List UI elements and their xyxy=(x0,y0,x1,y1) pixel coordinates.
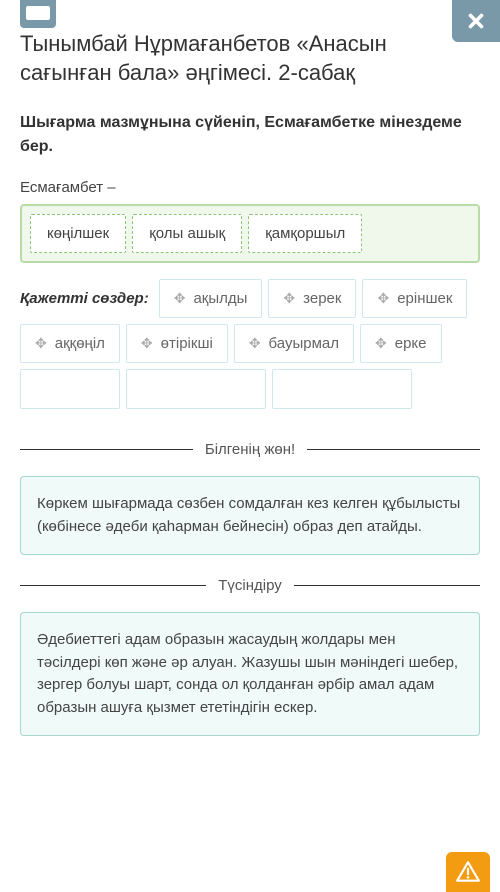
divider-line xyxy=(307,449,480,450)
word-chip[interactable]: ✥ өтірікші xyxy=(126,324,228,363)
word-text: ерке xyxy=(395,335,427,352)
word-chip[interactable]: ✥ ақылды xyxy=(159,279,263,318)
drag-icon: ✥ xyxy=(283,290,295,307)
warning-icon xyxy=(455,859,481,885)
subject-label: Есмағамбет – xyxy=(20,179,480,196)
empty-slot[interactable] xyxy=(20,369,120,409)
word-text: аққөңіл xyxy=(55,335,105,352)
words-label: Қажетті сөздер: xyxy=(20,290,149,307)
answer-chip[interactable]: қолы ашық xyxy=(132,214,242,253)
divider-label: Білгенің жөн! xyxy=(205,439,295,460)
clipboard-icon xyxy=(20,0,56,28)
instruction-text: Шығарма мазмұнына сүйеніп, Есмағамбетке … xyxy=(20,111,480,159)
word-text: бауырмал xyxy=(269,335,339,352)
info-box-explanation: Әдебиеттегі адам образын жасаудың жолдар… xyxy=(20,612,480,736)
drag-icon: ✥ xyxy=(249,335,261,352)
word-chip[interactable]: ✥ бауырмал xyxy=(234,324,354,363)
word-chip[interactable]: ✥ ерке xyxy=(360,324,442,363)
info-box-definition: Көркем шығармада сөзбен сомдалған кез ке… xyxy=(20,476,480,555)
divider-line xyxy=(20,449,193,450)
drag-icon: ✥ xyxy=(377,290,389,307)
lesson-title: Тынымбай Нұрмағанбетов «Анасын сағынған … xyxy=(20,30,480,87)
close-icon xyxy=(465,10,487,32)
divider-line xyxy=(20,585,206,586)
close-button[interactable] xyxy=(452,0,500,42)
divider-line xyxy=(294,585,480,586)
divider-explanation: Түсіндіру xyxy=(20,575,480,596)
answer-chip[interactable]: көңілшек xyxy=(30,214,126,253)
empty-slot[interactable] xyxy=(272,369,412,409)
divider-good-to-know: Білгенің жөн! xyxy=(20,439,480,460)
answer-chip[interactable]: қамқоршыл xyxy=(248,214,362,253)
divider-label: Түсіндіру xyxy=(218,575,282,596)
drag-icon: ✥ xyxy=(174,290,186,307)
word-text: өтірікші xyxy=(161,335,213,352)
word-text: ақылды xyxy=(193,290,247,307)
word-chip[interactable]: ✥ аққөңіл xyxy=(20,324,120,363)
word-chip[interactable]: ✥ еріншек xyxy=(362,279,467,318)
word-chip[interactable]: ✥ зерек xyxy=(268,279,356,318)
drag-icon: ✥ xyxy=(35,335,47,352)
answer-dropzone[interactable]: көңілшек қолы ашық қамқоршыл xyxy=(20,204,480,263)
empty-slot[interactable] xyxy=(126,369,266,409)
warning-button[interactable] xyxy=(446,852,490,892)
drag-icon: ✥ xyxy=(141,335,153,352)
word-text: еріншек xyxy=(397,290,452,307)
word-text: зерек xyxy=(303,290,341,307)
words-pool: Қажетті сөздер: ✥ ақылды ✥ зерек ✥ ерінш… xyxy=(20,279,480,409)
drag-icon: ✥ xyxy=(375,335,387,352)
